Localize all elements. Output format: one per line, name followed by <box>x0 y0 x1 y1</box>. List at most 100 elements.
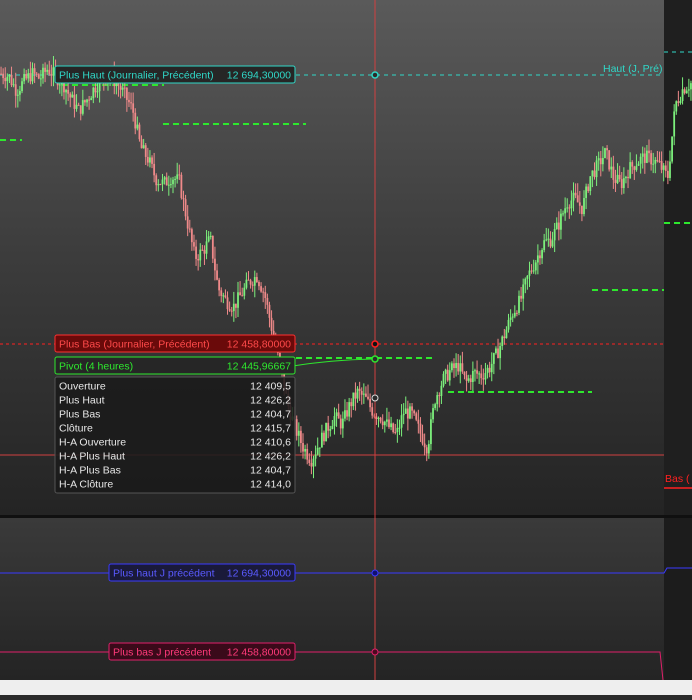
lower-prev-low-value: 12 458,80000 <box>227 647 291 659</box>
candle-body <box>654 159 657 164</box>
candle-body <box>132 103 135 113</box>
candle-body <box>174 178 176 180</box>
pivot-tag-label: Pivot (4 heures) <box>59 361 133 373</box>
candle-body <box>125 87 128 100</box>
chart-window: Plus Haut (Journalier, Précédent) 12 694… <box>0 0 692 695</box>
candle-body <box>430 419 432 445</box>
candle-body <box>587 186 590 192</box>
candle-body <box>235 303 237 308</box>
candle-body <box>186 216 189 229</box>
candle-body <box>581 205 583 215</box>
candle-body <box>84 100 86 103</box>
candle-body <box>264 292 267 299</box>
pivot-tag-value: 12 445,96667 <box>227 361 291 373</box>
candle-body <box>144 145 147 157</box>
candle-body <box>2 73 5 79</box>
candle-body <box>650 153 653 165</box>
candle-body <box>425 447 428 454</box>
candle-body <box>501 336 504 347</box>
prev-low-right-label: Bas ( <box>665 473 690 485</box>
candle-body <box>463 371 466 376</box>
lower-prev-low-tag[interactable]: Plus bas J précédent 12 458,80000 <box>108 642 296 661</box>
candle-body <box>635 165 638 170</box>
candle-body <box>622 178 625 189</box>
candle-body <box>48 69 51 75</box>
candle-body <box>377 417 380 419</box>
candle-body <box>528 270 531 276</box>
main-pane-scale-strip <box>664 0 692 515</box>
candle-body <box>652 163 655 165</box>
candle-body <box>400 415 403 428</box>
candle-body <box>350 402 353 407</box>
candle-body <box>669 161 671 178</box>
candle-body <box>673 111 676 137</box>
candle-body <box>419 423 422 434</box>
candle-body <box>417 419 420 424</box>
candle-body <box>675 101 678 112</box>
candle-body <box>505 329 508 339</box>
candle-body <box>73 94 76 109</box>
info-row-label: H-A Clôture <box>59 479 113 491</box>
horizontal-scrollbar[interactable] <box>0 680 692 695</box>
candle-body <box>442 373 445 386</box>
candle-body <box>159 184 162 186</box>
candle-body <box>461 363 464 372</box>
candle-body <box>331 426 334 429</box>
candle-body <box>520 295 522 299</box>
candle-body <box>195 246 197 259</box>
candle-body <box>6 76 9 82</box>
candle-body <box>90 98 93 101</box>
candle-body <box>96 91 99 93</box>
candle-body <box>197 258 200 261</box>
candle-body <box>142 145 145 149</box>
candle-body <box>209 235 212 237</box>
candle-body <box>130 102 132 104</box>
prev-low-tag[interactable]: Plus Bas (Journalier, Précédent) 12 458,… <box>54 334 296 353</box>
candle-body <box>677 101 680 103</box>
info-row-label: Plus Bas <box>59 409 100 421</box>
lower-pane-background <box>0 518 664 680</box>
candle-body <box>69 93 72 98</box>
candle-body <box>539 255 541 259</box>
info-row-value: 12 404,7 <box>250 409 291 421</box>
candle-body <box>413 410 416 414</box>
candle-body <box>427 444 430 454</box>
candle-body <box>10 74 13 86</box>
candle-body <box>421 433 424 444</box>
candle-body <box>606 148 608 151</box>
candle-body <box>308 459 311 463</box>
pivot-tag[interactable]: Pivot (4 heures) 12 445,96667 <box>54 356 296 375</box>
candle-body <box>123 87 126 89</box>
candle-body <box>553 228 556 241</box>
candle-body <box>172 179 174 185</box>
candle-body <box>31 68 34 82</box>
candle-body <box>608 150 611 170</box>
candle-body <box>585 186 588 198</box>
candle-body <box>211 235 214 259</box>
candle-body <box>239 292 242 296</box>
candle-body <box>153 163 156 176</box>
candle-body <box>4 78 7 82</box>
candle-body <box>597 158 600 161</box>
candle-body <box>589 176 592 192</box>
candle-body <box>71 94 74 98</box>
candle-body <box>27 73 30 79</box>
pane-separator[interactable] <box>0 515 692 518</box>
candle-body <box>258 281 260 287</box>
lower-prev-high-tag[interactable]: Plus haut J précédent 12 694,30000 <box>108 563 296 582</box>
candle-body <box>687 89 690 91</box>
candle-body <box>513 312 516 317</box>
candle-body <box>385 419 388 422</box>
candle-body <box>155 175 158 186</box>
prev-high-tag[interactable]: Plus Haut (Journalier, Précédent) 12 694… <box>54 65 296 84</box>
candle-body <box>446 369 449 381</box>
candle-body <box>44 67 46 72</box>
lower-prev-high-value: 12 694,30000 <box>227 568 291 580</box>
candle-body <box>390 423 392 428</box>
candle-body <box>394 432 397 434</box>
candle-body <box>453 363 455 369</box>
candle-body <box>310 462 313 467</box>
candle-body <box>474 370 476 372</box>
candle-body <box>662 165 665 170</box>
candle-body <box>432 408 434 420</box>
